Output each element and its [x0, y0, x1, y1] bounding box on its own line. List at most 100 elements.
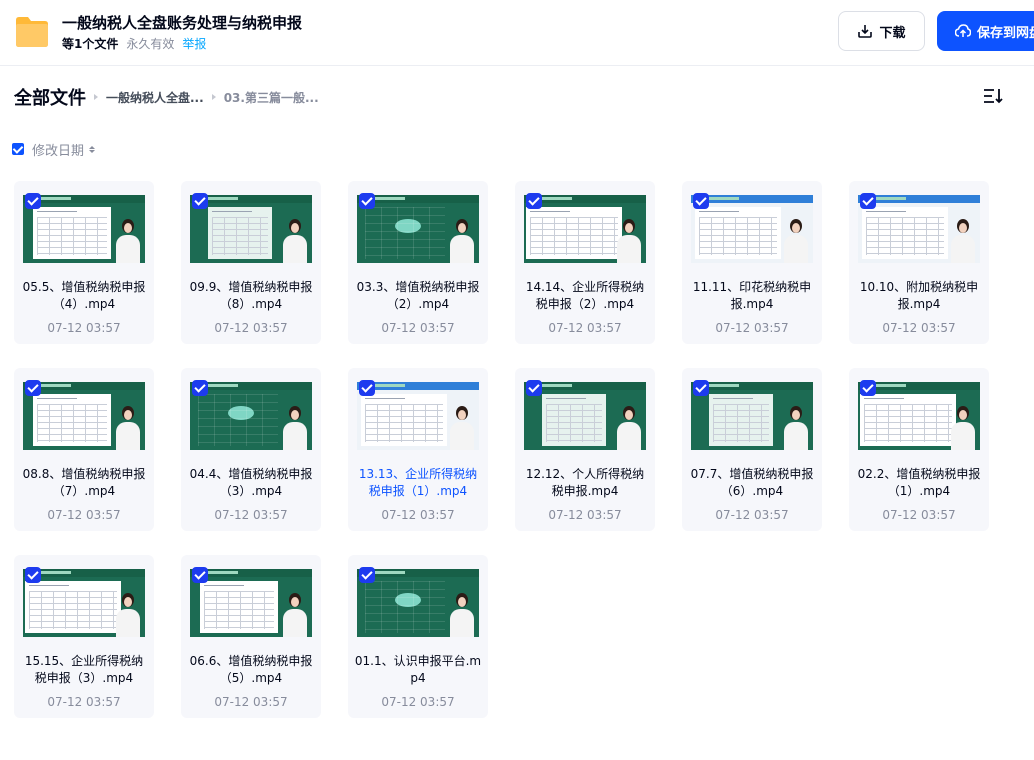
file-card[interactable]: 02.2、增值税纳税申报（1）.mp4 07-12 03:57: [849, 368, 989, 531]
file-card[interactable]: 06.6、增值税纳税申报（5）.mp4 07-12 03:57: [181, 555, 321, 718]
share-title: 一般纳税人全盘账务处理与纳税申报: [62, 14, 303, 32]
file-date: 07-12 03:57: [214, 321, 288, 335]
file-card[interactable]: 01.1、认识申报平台.mp4 07-12 03:57: [348, 555, 488, 718]
save-to-cloud-button[interactable]: 保存到网盘: [937, 11, 1034, 51]
breadcrumb-root[interactable]: 全部文件: [14, 84, 86, 110]
file-date: 07-12 03:57: [882, 508, 956, 522]
file-checkbox[interactable]: [192, 567, 208, 583]
download-icon: [858, 25, 873, 38]
sort-order-icon[interactable]: [982, 87, 1004, 105]
save-label: 保存到网盘: [977, 25, 1034, 41]
file-date: 07-12 03:57: [214, 695, 288, 709]
file-checkbox[interactable]: [359, 193, 375, 209]
file-date: 07-12 03:57: [47, 508, 121, 522]
file-name[interactable]: 10.10、附加税纳税申报.mp4: [855, 279, 983, 313]
file-date: 07-12 03:57: [882, 321, 956, 335]
file-card[interactable]: 11.11、印花税纳税申报.mp4 07-12 03:57: [682, 181, 822, 344]
file-card[interactable]: 08.8、增值税纳税申报（7）.mp4 07-12 03:57: [14, 368, 154, 531]
video-thumbnail[interactable]: [23, 195, 145, 263]
cloud-upload-icon: [955, 24, 971, 37]
file-checkbox[interactable]: [693, 193, 709, 209]
file-date: 07-12 03:57: [548, 321, 622, 335]
file-card[interactable]: 15.15、企业所得税纳税申报（3）.mp4 07-12 03:57: [14, 555, 154, 718]
file-name[interactable]: 13.13、企业所得税纳税申报（1）.mp4: [354, 466, 482, 500]
breadcrumb-level2[interactable]: 03.第三篇一般...: [224, 89, 319, 106]
download-label: 下载: [879, 25, 906, 41]
file-name[interactable]: 08.8、增值税纳税申报（7）.mp4: [20, 466, 148, 500]
file-checkbox[interactable]: [526, 380, 542, 396]
file-checkbox[interactable]: [192, 380, 208, 396]
breadcrumb: 全部文件 一般纳税人全盘... 03.第三篇一般...: [14, 84, 319, 110]
file-card[interactable]: 09.9、增值税纳税申报（8）.mp4 07-12 03:57: [181, 181, 321, 344]
select-all-checkbox[interactable]: [12, 143, 24, 155]
file-name[interactable]: 02.2、增值税纳税申报（1）.mp4: [855, 466, 983, 500]
file-card[interactable]: 03.3、增值税纳税申报（2）.mp4 07-12 03:57: [348, 181, 488, 344]
file-date: 07-12 03:57: [381, 321, 455, 335]
download-button[interactable]: 下载: [838, 11, 925, 51]
file-card[interactable]: 10.10、附加税纳税申报.mp4 07-12 03:57: [849, 181, 989, 344]
file-checkbox[interactable]: [25, 193, 41, 209]
file-name[interactable]: 05.5、增值税纳税申报（4）.mp4: [20, 279, 148, 313]
file-date: 07-12 03:57: [381, 508, 455, 522]
video-thumbnail[interactable]: [23, 382, 145, 450]
file-name[interactable]: 06.6、增值税纳税申报（5）.mp4: [187, 653, 315, 687]
file-name[interactable]: 14.14、企业所得税纳税申报（2）.mp4: [521, 279, 649, 313]
file-date: 07-12 03:57: [47, 695, 121, 709]
video-thumbnail[interactable]: [357, 382, 479, 450]
file-checkbox[interactable]: [860, 193, 876, 209]
sort-row: 修改日期: [12, 140, 96, 159]
breadcrumb-level1[interactable]: 一般纳税人全盘...: [106, 89, 204, 106]
video-thumbnail[interactable]: [23, 569, 145, 637]
file-checkbox[interactable]: [25, 380, 41, 396]
video-thumbnail[interactable]: [524, 382, 646, 450]
file-checkbox[interactable]: [359, 567, 375, 583]
file-checkbox[interactable]: [526, 193, 542, 209]
share-meta: 等1个文件 永久有效 举报: [62, 35, 206, 52]
file-count: 等1个文件: [62, 37, 119, 51]
breadcrumb-separator-icon: [211, 94, 216, 100]
file-date: 07-12 03:57: [715, 321, 789, 335]
video-thumbnail[interactable]: [357, 569, 479, 637]
file-card[interactable]: 14.14、企业所得税纳税申报（2）.mp4 07-12 03:57: [515, 181, 655, 344]
video-thumbnail[interactable]: [691, 382, 813, 450]
file-name[interactable]: 11.11、印花税纳税申报.mp4: [688, 279, 816, 313]
sort-direction-icon[interactable]: [89, 145, 96, 153]
file-name[interactable]: 12.12、个人所得税纳税申报.mp4: [521, 466, 649, 500]
video-thumbnail[interactable]: [858, 195, 980, 263]
video-thumbnail[interactable]: [858, 382, 980, 450]
video-thumbnail[interactable]: [524, 195, 646, 263]
file-checkbox[interactable]: [359, 380, 375, 396]
file-checkbox[interactable]: [192, 193, 208, 209]
file-card[interactable]: 12.12、个人所得税纳税申报.mp4 07-12 03:57: [515, 368, 655, 531]
video-thumbnail[interactable]: [190, 569, 312, 637]
video-thumbnail[interactable]: [357, 195, 479, 263]
sort-by-date[interactable]: 修改日期: [32, 140, 84, 159]
file-card[interactable]: 07.7、增值税纳税申报（6）.mp4 07-12 03:57: [682, 368, 822, 531]
breadcrumb-separator-icon: [94, 94, 98, 100]
file-checkbox[interactable]: [25, 567, 41, 583]
video-thumbnail[interactable]: [190, 382, 312, 450]
video-thumbnail[interactable]: [190, 195, 312, 263]
file-date: 07-12 03:57: [47, 321, 121, 335]
validity-text: 永久有效: [126, 37, 175, 51]
file-date: 07-12 03:57: [214, 508, 288, 522]
file-name[interactable]: 04.4、增值税纳税申报（3）.mp4: [187, 466, 315, 500]
file-checkbox[interactable]: [693, 380, 709, 396]
file-date: 07-12 03:57: [548, 508, 622, 522]
file-date: 07-12 03:57: [381, 695, 455, 709]
file-checkbox[interactable]: [860, 380, 876, 396]
folder-icon: [16, 17, 48, 47]
file-name[interactable]: 15.15、企业所得税纳税申报（3）.mp4: [20, 653, 148, 687]
file-name[interactable]: 09.9、增值税纳税申报（8）.mp4: [187, 279, 315, 313]
file-card[interactable]: 04.4、增值税纳税申报（3）.mp4 07-12 03:57: [181, 368, 321, 531]
share-header: 一般纳税人全盘账务处理与纳税申报 等1个文件永久有效举报 下载 保存到网盘: [0, 0, 1034, 66]
file-name[interactable]: 07.7、增值税纳税申报（6）.mp4: [688, 466, 816, 500]
report-link[interactable]: 举报: [182, 37, 206, 51]
video-thumbnail[interactable]: [691, 195, 813, 263]
file-grid: 05.5、增值税纳税申报（4）.mp4 07-12 03:57 09.9、增值税纳税…: [14, 181, 989, 718]
file-name[interactable]: 01.1、认识申报平台.mp4: [354, 653, 482, 687]
file-card[interactable]: 13.13、企业所得税纳税申报（1）.mp4 07-12 03:57: [348, 368, 488, 531]
file-name[interactable]: 03.3、增值税纳税申报（2）.mp4: [354, 279, 482, 313]
file-card[interactable]: 05.5、增值税纳税申报（4）.mp4 07-12 03:57: [14, 181, 154, 344]
file-date: 07-12 03:57: [715, 508, 789, 522]
